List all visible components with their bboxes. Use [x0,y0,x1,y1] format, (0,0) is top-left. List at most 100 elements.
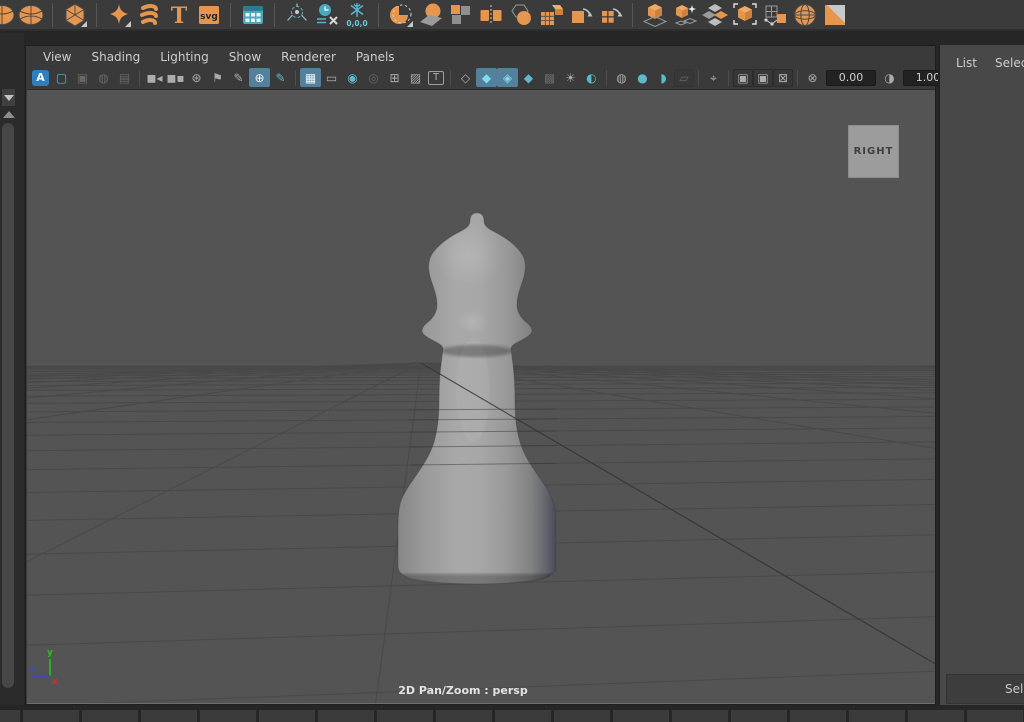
rotate-faces-icon[interactable] [597,1,624,28]
pan-zoom-2d-button[interactable]: ⊕ [249,68,270,87]
bookmarks-button[interactable]: ⚑ [207,68,228,87]
time-slider[interactable] [0,708,1024,722]
resolution-gate-button[interactable]: ▣ [72,68,93,87]
timeline-cell[interactable] [495,710,551,722]
timeline-cell[interactable] [318,710,374,722]
timeline-cell[interactable] [377,710,433,722]
gate-mask-2-button[interactable]: ◎ [363,68,384,87]
lights-mode-button[interactable]: ☀ [560,68,581,87]
timeline-cell[interactable] [672,710,728,722]
wireframe-mode-button[interactable]: ◇ [455,68,476,87]
partial-icon[interactable] [0,1,14,28]
grease-pencil-button[interactable]: ✎ [228,68,249,87]
isolate-select-button[interactable]: ⌖ [703,68,724,87]
xray-active-button[interactable]: ⊠ [773,69,793,87]
xray-joints-button[interactable]: ▣ [753,69,773,87]
toolbar-separator [606,70,607,86]
boolean-icon[interactable] [507,1,534,28]
right-image-plane[interactable]: RIGHT [848,125,899,178]
timeline-cell[interactable] [141,710,197,722]
pawn-mesh[interactable] [387,213,567,588]
film-gate-mask-button[interactable]: ▭ [321,68,342,87]
timeline-cell[interactable] [613,710,669,722]
platonic-solid-icon[interactable] [61,1,88,28]
combine-icon[interactable] [417,1,444,28]
panel-menu-panels[interactable]: Panels [346,48,405,66]
delete-history-icon[interactable] [313,1,340,28]
occlusion-button[interactable]: ◍ [611,68,632,87]
field-chart-2-button[interactable]: ⊞ [384,68,405,87]
select-camera-button[interactable]: ◼◂ [144,68,165,87]
panel-menu-lighting[interactable]: Lighting [150,48,219,66]
grid-connect-icon[interactable] [761,1,788,28]
fill-hole-icon[interactable] [537,1,564,28]
aim-locator-icon[interactable] [283,1,310,28]
gate-mask-button[interactable]: ◍ [93,68,114,87]
half-square-icon[interactable] [821,1,848,28]
select-button[interactable]: Select [946,674,1024,704]
panel-menu-show[interactable]: Show [219,48,271,66]
timeline-cell[interactable] [200,710,256,722]
pencil-tool-button[interactable]: ✎ [270,68,291,87]
rotate-face-icon[interactable] [567,1,594,28]
timeline-cell[interactable] [554,710,610,722]
shadows-mode-button[interactable]: ◐ [581,68,602,87]
attribute-editor-panel: ListSelected Select [938,45,1024,705]
grid-toggle-button[interactable]: ▦ [300,68,321,87]
quick-select-icon[interactable] [387,1,414,28]
panel-menu-view[interactable]: View [33,48,81,66]
hud-display-button[interactable]: T [428,71,444,85]
timeline-cell[interactable] [0,710,20,722]
scrollbar-thumb[interactable] [2,123,14,688]
exposure-icon[interactable]: ⊗ [802,68,823,87]
checker-material-button[interactable]: ▩ [539,68,560,87]
timeline-cell[interactable] [790,710,846,722]
depth-of-field-button[interactable]: ▱ [674,69,694,87]
timeline-cell[interactable] [731,710,787,722]
cube-brackets-icon[interactable] [731,1,758,28]
timeline-cell[interactable] [849,710,905,722]
anti-aliasing-button[interactable]: ◗ [653,68,674,87]
ae-menu-selected[interactable]: Selected [988,54,1024,72]
timeline-cell[interactable] [82,710,138,722]
extract-icon[interactable] [447,1,474,28]
viewport-canvas[interactable]: RIGHT y z x 2D Pan/Zoom : persp [27,89,935,704]
viewport-renderer-a-button[interactable]: A [32,70,49,86]
sparkle-star-icon[interactable] [105,1,132,28]
nurbs-sphere-icon[interactable] [17,1,44,28]
type-text-icon[interactable]: T [165,1,192,28]
panel-menu-renderer[interactable]: Renderer [271,48,346,66]
image-plane-button[interactable]: ▨ [405,68,426,87]
motion-blur-button[interactable]: ● [632,68,653,87]
panel-menu-shading[interactable]: Shading [81,48,150,66]
field-chart-button[interactable]: ▤ [114,68,135,87]
freeze-transform-icon[interactable]: 0,0,0 [343,1,370,28]
film-gate-button[interactable]: ▢ [51,68,72,87]
default-material-button[interactable]: ◆ [518,68,539,87]
lock-camera-button[interactable]: ◼▪ [165,68,186,87]
svg-tool-icon[interactable]: svg [195,1,222,28]
camera-attributes-button[interactable]: ⊛ [186,68,207,87]
timeline-cell[interactable] [259,710,315,722]
scroll-up-arrow-icon[interactable] [3,111,15,118]
mirror-icon[interactable] [477,1,504,28]
timeline-cell[interactable] [436,710,492,722]
cube-sparkle-icon[interactable] [671,1,698,28]
exposure-field[interactable]: 0.00 [826,70,876,86]
lattice-diamonds-icon[interactable] [701,1,728,28]
shaded-mode-button[interactable]: ◆ [476,68,497,87]
timeline-cell[interactable] [23,710,79,722]
helix-icon[interactable] [135,1,162,28]
timeline-cell[interactable] [908,710,964,722]
shelf-dropdown-button[interactable] [1,88,16,107]
xray-button[interactable]: ▣ [733,69,753,87]
table-grid-icon[interactable] [239,1,266,28]
resolution-gate-2-button[interactable]: ◉ [342,68,363,87]
cube-on-plane-icon[interactable] [641,1,668,28]
timeline-cell[interactable] [967,710,1023,722]
ae-menu-list[interactable]: List [949,54,984,72]
textured-mode-button[interactable]: ◈ [497,68,518,87]
shelf-separator [52,3,53,27]
gamma-icon[interactable]: ◑ [879,68,900,87]
wire-sphere-icon[interactable] [791,1,818,28]
